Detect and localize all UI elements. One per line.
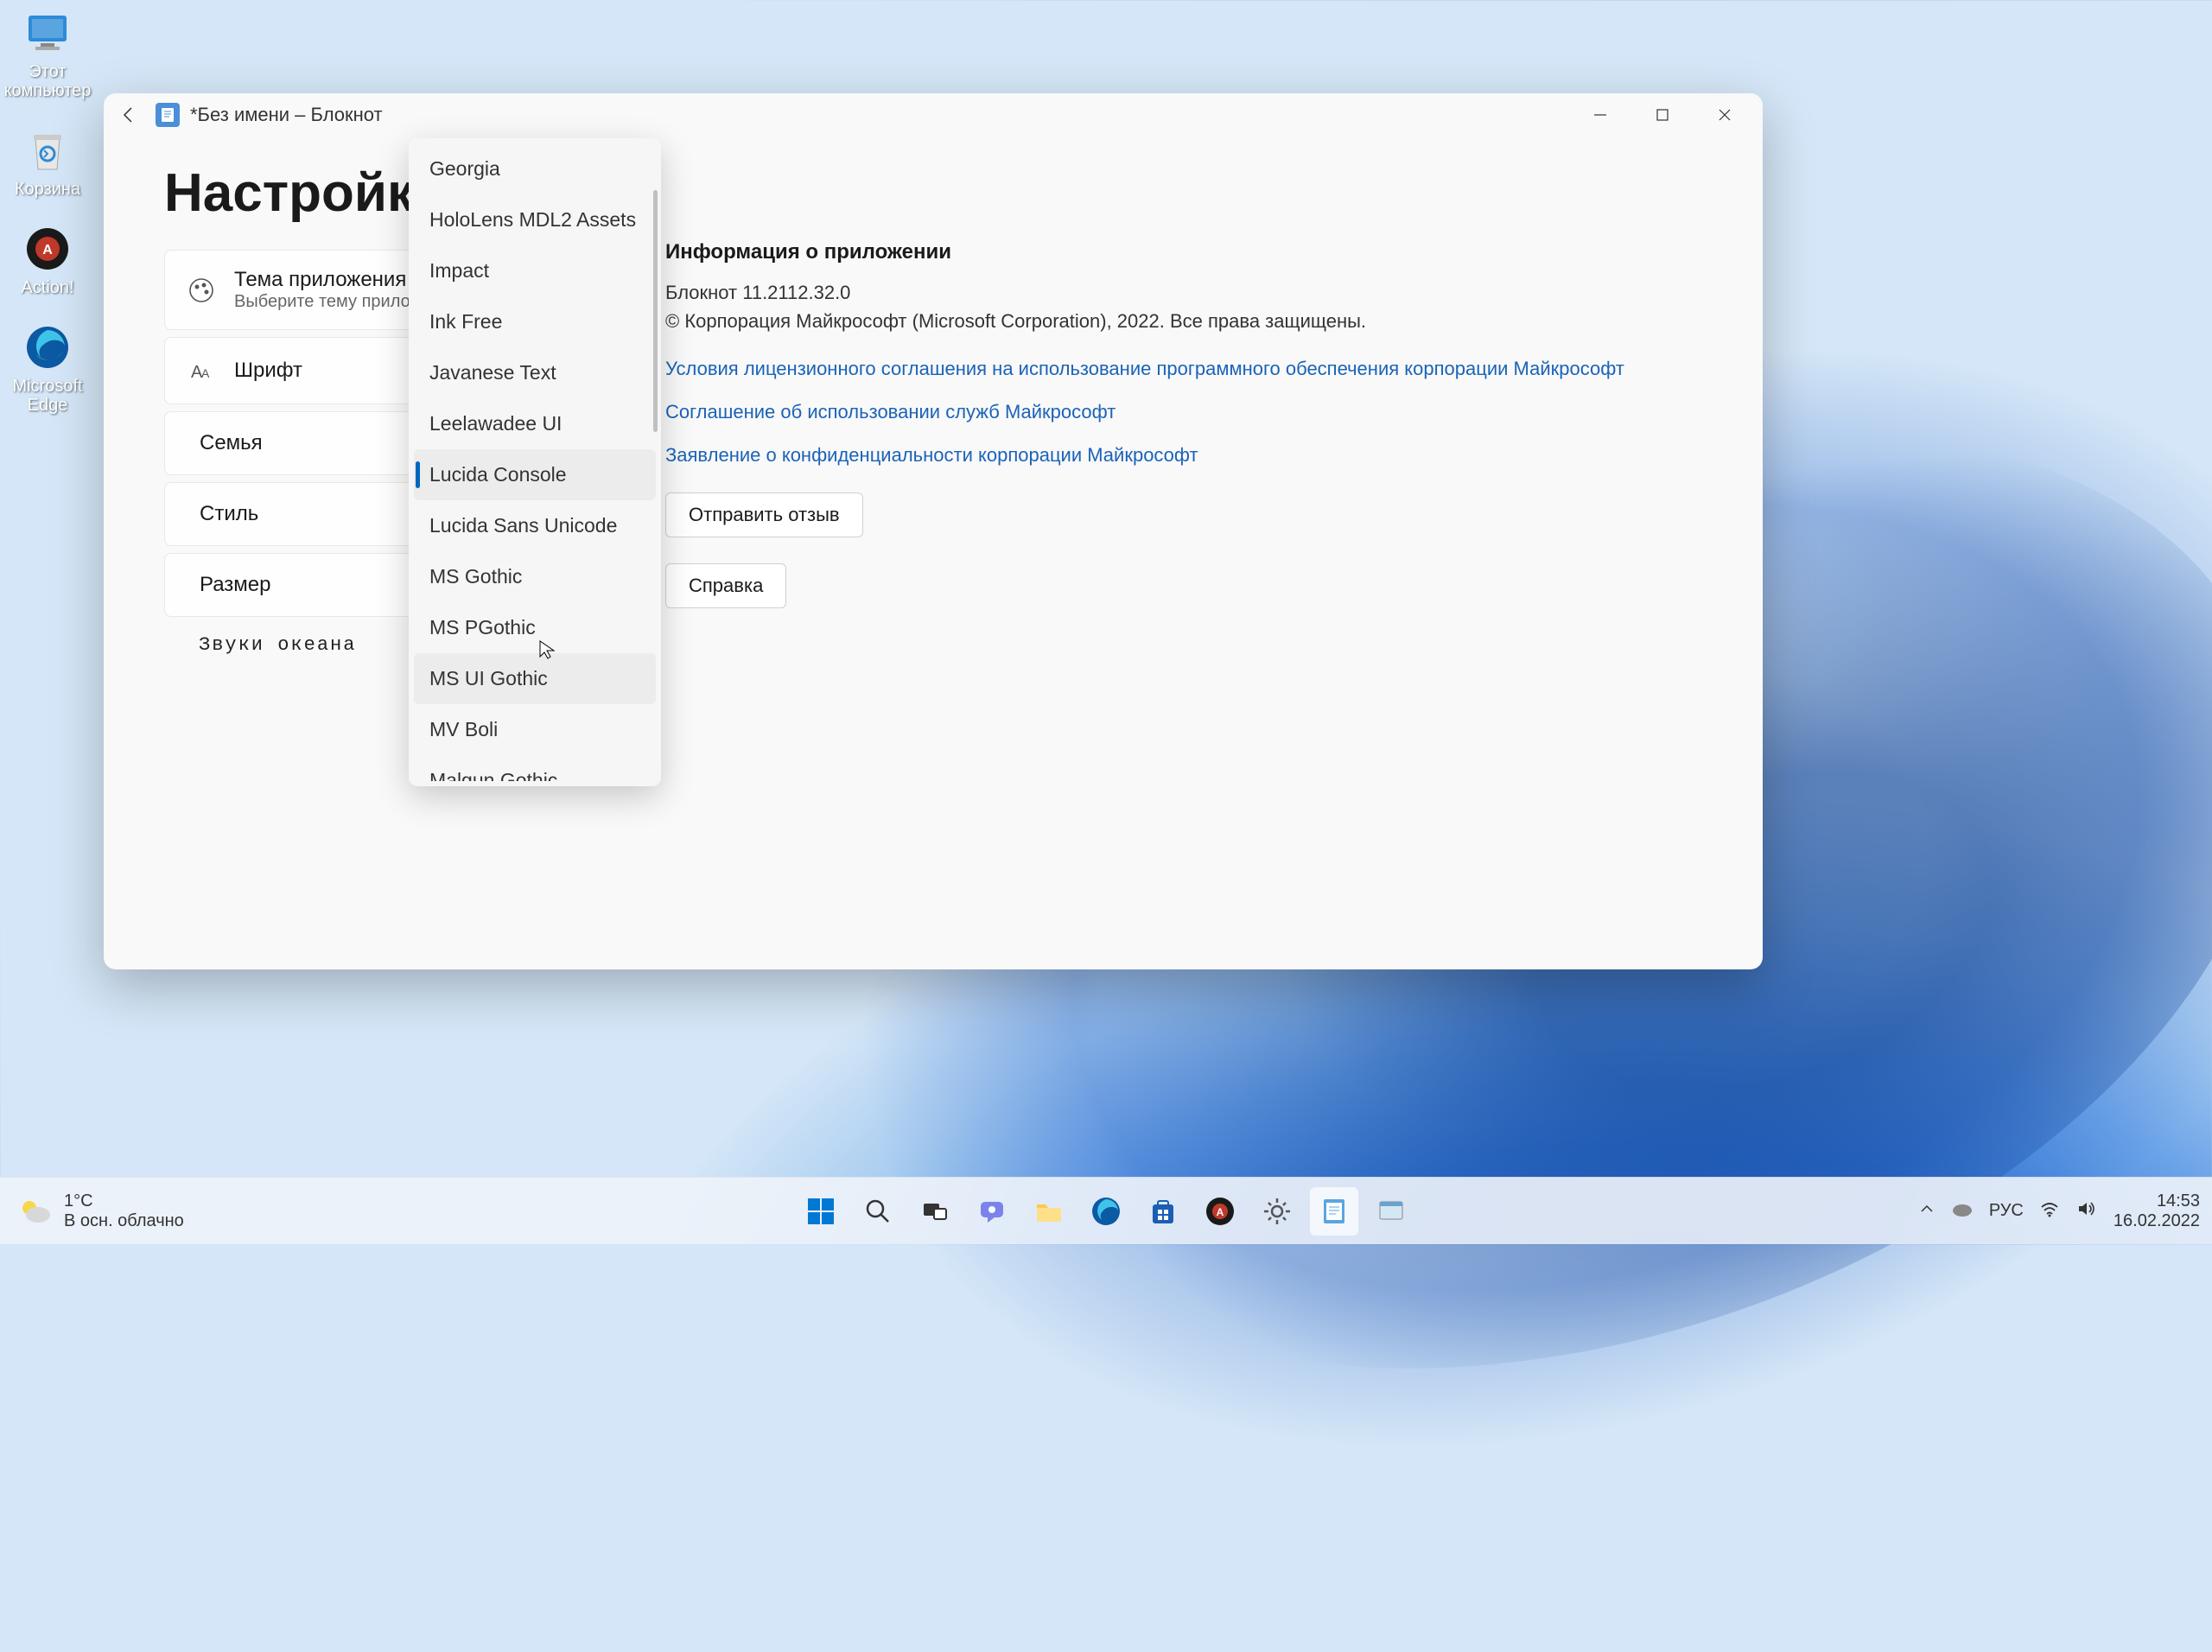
store-button[interactable]: [1139, 1187, 1187, 1236]
font-family-dropdown: GeorgiaHoloLens MDL2 AssetsImpactInk Fre…: [409, 138, 661, 786]
svg-text:A: A: [201, 366, 210, 380]
font-option[interactable]: MS Gothic: [414, 551, 656, 602]
scrollbar[interactable]: [653, 190, 658, 432]
feedback-button[interactable]: Отправить отзыв: [665, 492, 863, 537]
minimize-button[interactable]: [1569, 93, 1631, 137]
font-option[interactable]: Javanese Text: [414, 347, 656, 398]
settings-button[interactable]: [1253, 1187, 1301, 1236]
desktop-icon-label: MicrosoftEdge: [12, 377, 82, 415]
setting-subtitle: Выберите тему прилож: [234, 292, 422, 312]
link-services[interactable]: Соглашение об использовании служб Майкро…: [665, 401, 1702, 423]
font-option[interactable]: MS UI Gothic: [414, 653, 656, 704]
font-option[interactable]: Ink Free: [414, 296, 656, 347]
svg-text:A: A: [42, 243, 53, 257]
copyright: © Корпорация Майкрософт (Microsoft Corpo…: [665, 307, 1702, 335]
edge-icon: [23, 323, 72, 372]
setting-label: Стиль: [200, 502, 258, 526]
font-option[interactable]: Leelawadee UI: [414, 398, 656, 449]
start-button[interactable]: [797, 1187, 845, 1236]
app-button[interactable]: [1367, 1187, 1415, 1236]
setting-label: Семья: [200, 431, 263, 455]
weather-widget[interactable]: 1°C В осн. облачно: [17, 1191, 184, 1231]
desktop-icon-label: Этоткомпьютер: [4, 62, 92, 100]
pc-icon: [23, 9, 72, 57]
tray-clock[interactable]: 14:53 16.02.2022: [2113, 1191, 2200, 1231]
font-option[interactable]: Lucida Sans Unicode: [414, 500, 656, 551]
action-icon: A: [23, 225, 72, 273]
desktop-icon-label: Корзина: [15, 180, 80, 199]
trash-icon: [23, 126, 72, 175]
desktop-icons: Этоткомпьютер Корзина A Action! Microsof…: [9, 9, 86, 415]
desktop-icon-label: Action!: [21, 278, 73, 297]
chat-button[interactable]: [968, 1187, 1016, 1236]
notepad-window: *Без имени – Блокнот Настройки Тема прил…: [104, 93, 1763, 969]
font-option[interactable]: Malgun Gothic: [414, 755, 656, 781]
tray-onedrive-icon[interactable]: [1951, 1198, 1974, 1225]
action-button[interactable]: A: [1196, 1187, 1244, 1236]
font-option[interactable]: Lucida Console: [414, 449, 656, 500]
notepad-button[interactable]: [1310, 1187, 1358, 1236]
help-button[interactable]: Справка: [665, 563, 786, 608]
palette-icon: [186, 275, 217, 306]
tray-wifi-icon[interactable]: [2039, 1198, 2060, 1224]
search-button[interactable]: [854, 1187, 902, 1236]
tray-date: 16.02.2022: [2113, 1211, 2200, 1231]
back-button[interactable]: [111, 96, 149, 134]
font-option[interactable]: MV Boli: [414, 704, 656, 755]
close-button[interactable]: [1694, 93, 1756, 137]
taskview-button[interactable]: [911, 1187, 959, 1236]
font-option[interactable]: MS PGothic: [414, 602, 656, 653]
notepad-icon: [156, 103, 180, 127]
tray-lang[interactable]: РУС: [1989, 1201, 2024, 1221]
desktop-icon-this-pc[interactable]: Этоткомпьютер: [9, 9, 86, 100]
tray-time: 14:53: [2157, 1191, 2200, 1211]
desktop-icon-action[interactable]: A Action!: [9, 225, 86, 297]
explorer-button[interactable]: [1025, 1187, 1073, 1236]
weather-icon: [17, 1194, 52, 1229]
font-option[interactable]: Georgia: [414, 143, 656, 194]
font-list[interactable]: GeorgiaHoloLens MDL2 AssetsImpactInk Fre…: [414, 143, 656, 781]
titlebar: *Без имени – Блокнот: [104, 93, 1763, 137]
desktop-icon-recycle-bin[interactable]: Корзина: [9, 126, 86, 199]
font-option[interactable]: Impact: [414, 245, 656, 296]
link-privacy[interactable]: Заявление о конфиденциальности корпораци…: [665, 444, 1702, 467]
maximize-button[interactable]: [1631, 93, 1694, 137]
svg-text:A: A: [1217, 1206, 1224, 1218]
edge-button[interactable]: [1082, 1187, 1130, 1236]
weather-temp: 1°C: [64, 1191, 184, 1211]
window-title: *Без имени – Блокнот: [190, 104, 383, 126]
desktop-icon-edge[interactable]: MicrosoftEdge: [9, 323, 86, 415]
taskbar: 1°C В осн. облачно A РУС 14:53 16.02.202…: [0, 1177, 2212, 1244]
weather-desc: В осн. облачно: [64, 1211, 184, 1231]
setting-title: Тема приложения: [234, 268, 422, 292]
setting-label: Размер: [200, 573, 271, 597]
about-heading: Информация о приложении: [665, 240, 1702, 264]
font-option[interactable]: HoloLens MDL2 Assets: [414, 194, 656, 245]
app-version: Блокнот 11.2112.32.0: [665, 278, 1702, 307]
tray-volume-icon[interactable]: [2075, 1198, 2096, 1224]
link-license[interactable]: Условия лицензионного соглашения на испо…: [665, 358, 1702, 380]
tray-chevron-icon[interactable]: [1918, 1200, 1936, 1223]
setting-title: Шрифт: [234, 359, 302, 383]
font-icon: AA: [186, 355, 217, 386]
